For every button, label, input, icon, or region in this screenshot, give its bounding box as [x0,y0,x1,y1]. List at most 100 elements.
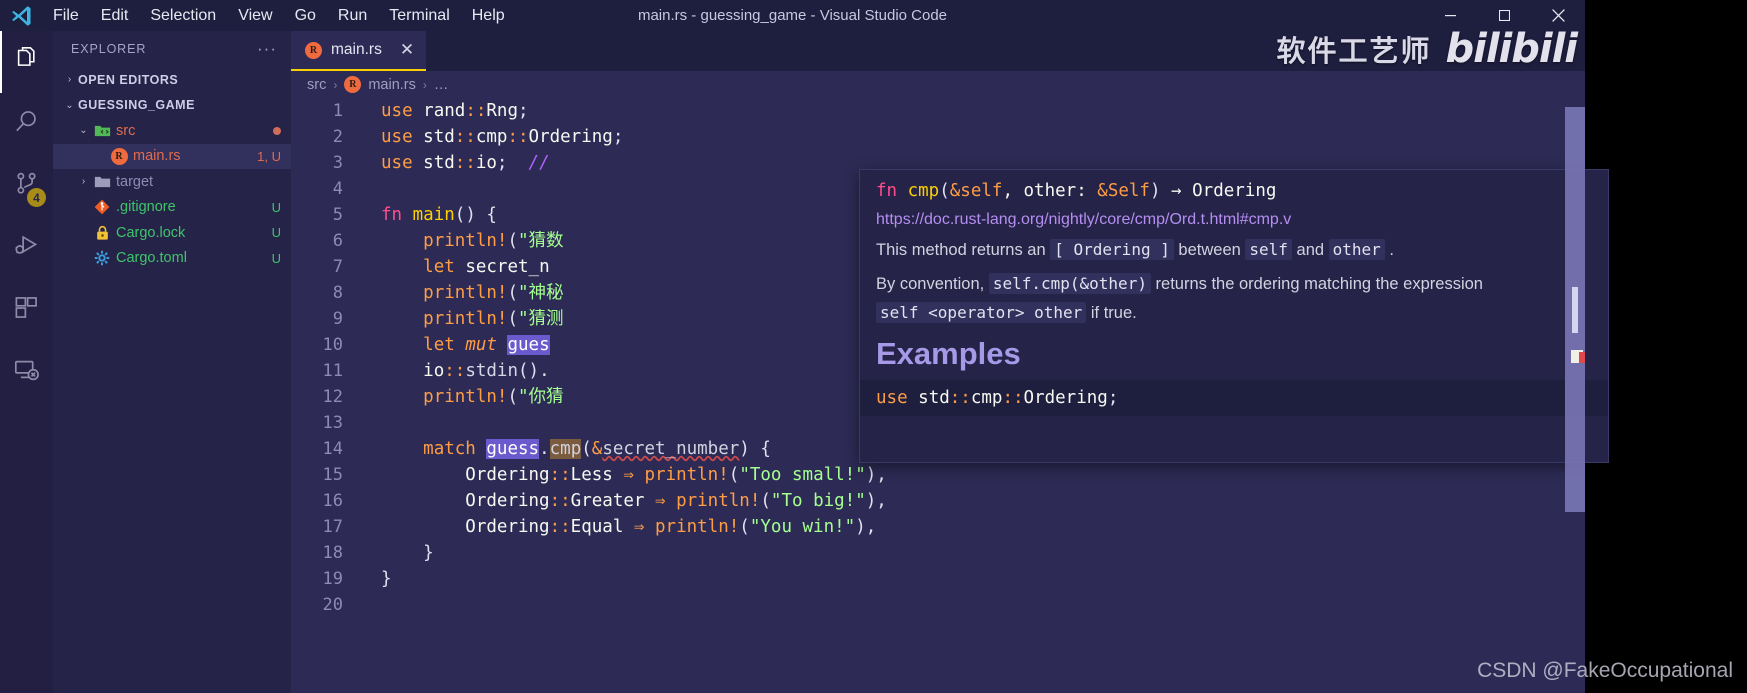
code-token: :: [507,127,529,147]
breadcrumb-item-main-rs[interactable]: main.rs [368,77,416,93]
line-number: 14 [322,439,343,459]
close-button[interactable] [1531,0,1585,31]
code-token: "To big!" [770,491,866,511]
editor-group: R main.rs ✕ src › R main.rs › … 1 use ran… [291,31,1609,693]
code-token: } [381,569,392,589]
hover-code-token [908,388,919,408]
activity-item-search[interactable] [0,93,53,155]
hover-signature-token: ) [1149,181,1161,201]
menu-help[interactable]: Help [461,0,516,31]
sidebar-more-actions-button[interactable]: ··· [257,40,277,57]
menu-edit[interactable]: Edit [90,0,140,31]
lock-icon [92,225,112,241]
code-token: println! [423,231,508,251]
code-line[interactable]: 15 Ordering::Less ⇒ println!("Too small!… [291,462,1585,488]
chevron-down-icon: ⌄ [65,99,74,111]
code-token: { [486,205,497,225]
rust-file-icon: R [344,76,362,93]
breadcrumb-item-src[interactable]: src [307,77,326,93]
code-token: Greater [570,491,645,511]
tree-item-main-rs[interactable]: R main.rs 1, U [53,143,291,169]
activity-item-source-control[interactable]: 4 [0,155,53,217]
code-token: ), [865,465,887,485]
code-token: std [423,127,455,147]
line-number: 3 [332,153,343,173]
code-token: (). [518,361,550,381]
sidebar-section-open-editors[interactable]: › OPEN EDITORS [53,67,291,93]
window-controls[interactable] [1423,0,1585,31]
menu-go[interactable]: Go [284,0,327,31]
screenshot-root: File Edit Selection View Go Run Terminal… [0,0,1747,693]
menu-bar[interactable]: File Edit Selection View Go Run Terminal… [42,0,516,31]
menu-selection[interactable]: Selection [139,0,227,31]
maximize-button[interactable] [1477,0,1531,31]
editor-tabs-bar: R main.rs ✕ [291,31,1585,71]
tree-label-cargo-lock: Cargo.lock [116,224,186,241]
menu-run[interactable]: Run [327,0,378,31]
activity-item-extensions[interactable] [0,279,53,341]
code-line-text: fn main() { [367,202,497,228]
tab-close-button[interactable]: ✕ [400,40,414,60]
hover-p1-post: . [1384,241,1394,259]
code-token: ), [865,491,887,511]
code-token: println! [423,309,508,329]
hover-p1-mid: between [1173,241,1246,259]
tree-item-cargo-lock[interactable]: Cargo.lock U [53,220,291,246]
hover-signature-token: → [1160,181,1193,201]
tree-label-src: src [116,122,136,139]
menu-view[interactable]: View [227,0,283,31]
code-token: cmp [475,127,508,147]
hover-p3-post: if true. [1086,303,1137,322]
sidebar-title: EXPLORER [71,42,147,56]
folder-icon [92,174,112,189]
code-line-text: use std::io; // [367,150,550,176]
line-number: 11 [322,361,343,381]
menu-terminal[interactable]: Terminal [378,0,460,31]
vscode-logo-icon [0,0,42,31]
modified-indicator-dot [273,126,281,135]
line-number: 13 [322,413,343,433]
hover-signature-token: Ordering [1192,181,1277,201]
breadcrumb-item-more[interactable]: … [434,77,449,93]
hover-doc-link[interactable]: https://doc.rust-lang.org/nightly/core/c… [860,205,1608,233]
code-line[interactable]: 20 [291,592,1585,618]
line-number: 10 [322,335,343,355]
code-line-text: } [367,540,434,566]
search-icon [13,108,40,140]
line-number: 18 [322,543,343,563]
minimize-button[interactable] [1423,0,1477,31]
code-line[interactable]: 16 Ordering::Greater ⇒ println!("To big!… [291,488,1585,514]
menu-file[interactable]: File [42,0,90,31]
activity-item-remote-explorer[interactable] [0,341,53,403]
vscode-window: File Edit Selection View Go Run Terminal… [0,0,1609,693]
rust-file-icon: R [305,41,322,59]
tree-item-cargo-toml[interactable]: Cargo.toml U [53,246,291,272]
remote-explorer-icon [13,356,40,388]
code-token: gues [507,335,550,355]
tree-item-src[interactable]: ⌄ src [53,118,291,144]
editor-scrollbar[interactable] [1565,107,1585,614]
code-line[interactable]: 19} [291,566,1585,592]
activity-item-run-and-debug[interactable] [0,217,53,279]
minimap-marker-selection [1572,287,1578,333]
code-line[interactable]: 17 Ordering::Equal ⇒ println!("You win!"… [291,514,1585,540]
line-number: 8 [332,283,343,303]
activity-bar: 4 [0,31,53,693]
code-line[interactable]: 1 use rand::Rng; [291,98,1585,124]
tree-item-target[interactable]: › target [53,169,291,195]
activity-item-explorer[interactable] [0,31,53,93]
tab-main-rs[interactable]: R main.rs ✕ [291,31,427,71]
code-line[interactable]: 18 } [291,540,1585,566]
hover-p1-mid2: and [1291,241,1329,259]
hover-signature-token: cmp [907,181,940,201]
code-line[interactable]: 2 use std::cmp::Ordering; [291,124,1585,150]
hover-paragraph-2: By convention, self.cmp(&other) returns … [860,267,1608,301]
tree-item-gitignore[interactable]: .gitignore U [53,195,291,221]
sidebar-section-guessing-game[interactable]: ⌄ GUESSING_GAME [53,93,291,119]
